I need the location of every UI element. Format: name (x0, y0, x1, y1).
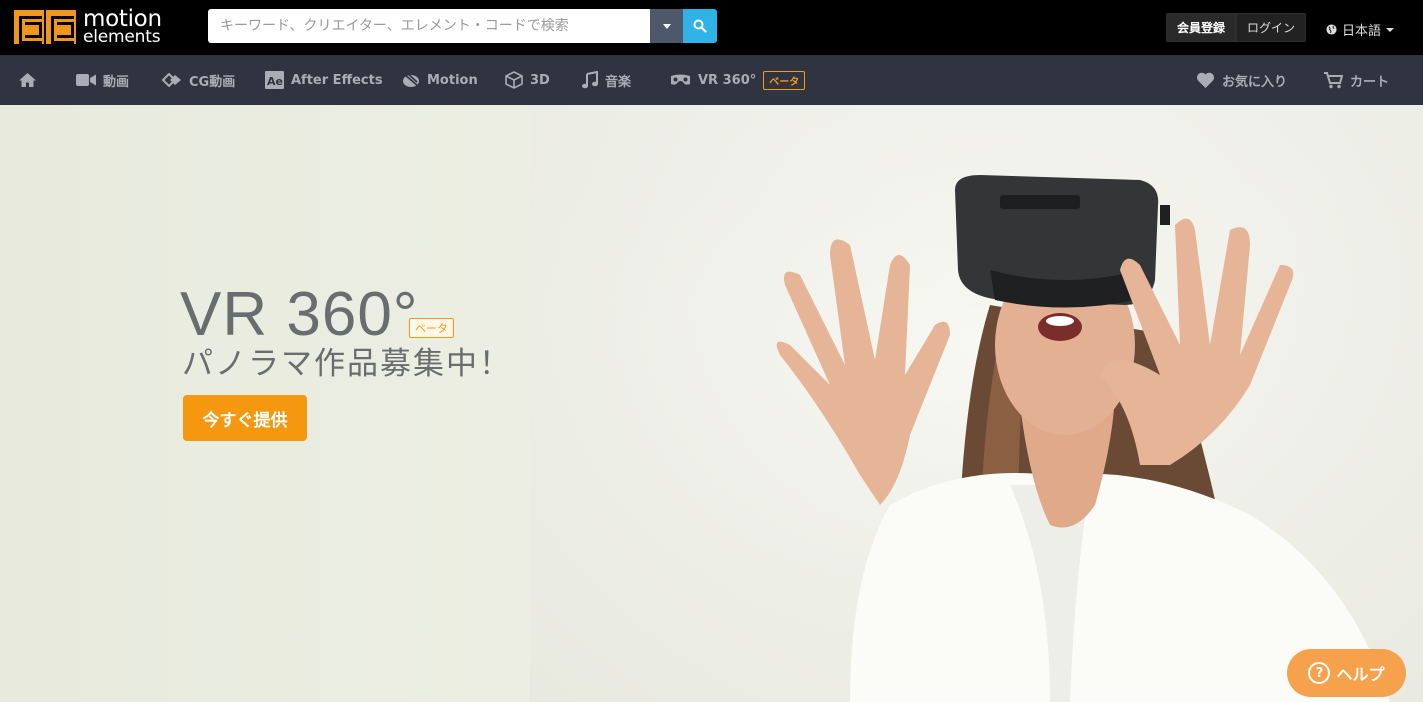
music-note-icon (582, 71, 598, 89)
cart-label: カート (1350, 74, 1390, 90)
register-button[interactable]: 会員登録 (1166, 13, 1237, 42)
hero-banner: VR 360° ベータ パノラマ作品募集中！ 今すぐ提供 (0, 105, 1423, 702)
logo-text-line2: elements (83, 26, 161, 47)
heart-icon (1196, 72, 1215, 88)
favorites-label: お気に入り (1222, 74, 1288, 90)
search-category-dropdown[interactable] (650, 9, 683, 43)
after-effects-icon: Ae (265, 71, 284, 89)
nav-item-music[interactable]: 音楽 (582, 55, 631, 105)
search-input[interactable] (208, 9, 650, 43)
chevron-down-icon (1386, 27, 1395, 32)
nav-item-motion[interactable]: Motion (402, 55, 478, 105)
category-nav: 動画 CG動画 Ae After Effects Motion 3D 音楽 VR… (0, 55, 1423, 105)
nav-label-motion: Motion (427, 72, 478, 88)
logo-mark-icon (14, 10, 76, 44)
hero-beta-badge: ベータ (409, 318, 454, 338)
search-button[interactable] (683, 9, 717, 43)
hero-subtitle: パノラマ作品募集中！ (182, 346, 512, 382)
nav-label-after-effects: After Effects (291, 72, 383, 88)
help-button[interactable]: ? ヘルプ (1287, 649, 1406, 697)
nav-label-video: 動画 (103, 74, 130, 90)
question-icon: ? (1308, 662, 1331, 684)
nav-item-after-effects[interactable]: Ae After Effects (265, 55, 383, 105)
cg-icon (162, 73, 181, 87)
nav-item-cg[interactable]: CG動画 (162, 55, 235, 105)
language-selector[interactable]: 日本語 (1326, 20, 1395, 39)
video-camera-icon (76, 74, 96, 86)
logo[interactable]: motion elements (14, 8, 162, 46)
nav-item-vr360[interactable]: VR 360° ベータ (670, 55, 806, 105)
cart-link[interactable]: カート (1324, 55, 1389, 105)
help-label: ヘルプ (1336, 665, 1385, 684)
login-button[interactable]: ログイン (1236, 13, 1307, 42)
favorites-link[interactable]: お気に入り (1196, 55, 1287, 105)
globe-icon (1326, 24, 1337, 35)
logo-text: motion elements (83, 8, 162, 47)
submit-now-button[interactable]: 今すぐ提供 (183, 395, 307, 441)
vr-headset-icon (671, 74, 690, 85)
language-label: 日本語 (1342, 24, 1382, 39)
search-icon (693, 19, 707, 33)
nav-label-music: 音楽 (605, 74, 632, 90)
top-bar: motion elements 会員登録 ログイン 日本語 (0, 0, 1423, 55)
nav-item-home[interactable] (18, 55, 37, 105)
cart-icon (1324, 71, 1343, 88)
nav-label-cg: CG動画 (189, 74, 236, 90)
nav-item-video[interactable]: 動画 (76, 55, 129, 105)
motion-icon (403, 72, 419, 87)
nav-label-3d: 3D (530, 72, 550, 88)
nav-label-vr360: VR 360° (698, 72, 757, 88)
auth-buttons: 会員登録 ログイン (1166, 13, 1307, 42)
search-bar (208, 9, 717, 43)
cube-icon (505, 71, 523, 89)
nav-item-3d[interactable]: 3D (505, 55, 550, 105)
hero-vr-woman-image (530, 105, 1423, 702)
beta-badge: ベータ (763, 70, 806, 90)
svg-text:Ae: Ae (267, 75, 283, 88)
home-icon (19, 73, 36, 87)
